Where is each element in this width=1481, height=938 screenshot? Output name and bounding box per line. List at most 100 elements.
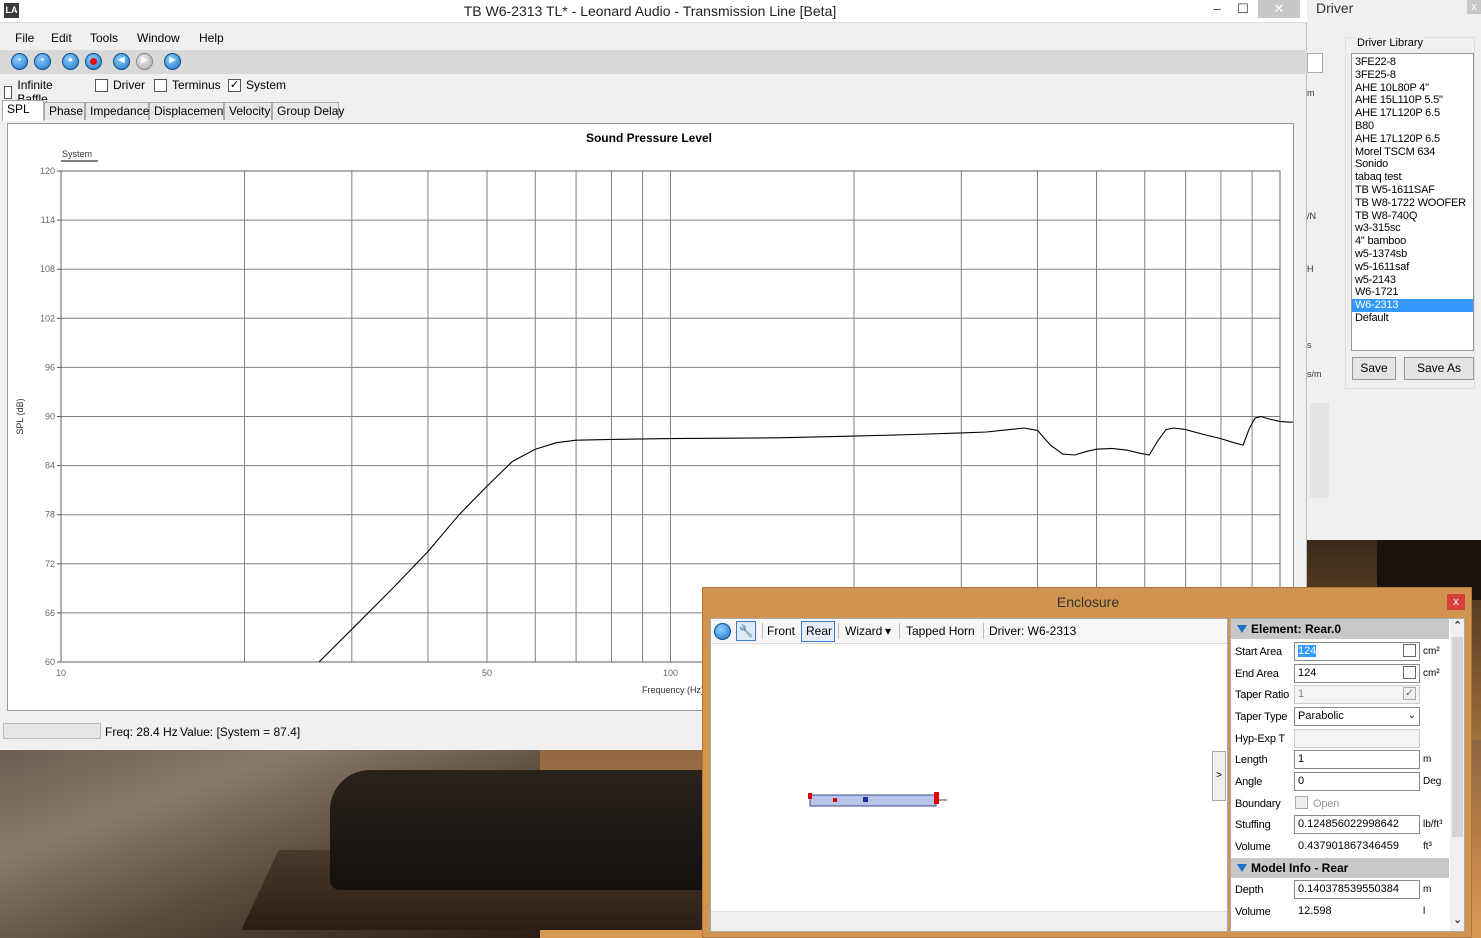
rear-tab[interactable]: Rear (806, 624, 832, 638)
wizard-dropdown[interactable]: Wizard (845, 624, 882, 638)
menu-file[interactable]: File (15, 31, 34, 45)
model-info-section-header[interactable]: Model Info - Rear (1231, 858, 1449, 878)
tab-phase[interactable]: Phase (44, 102, 85, 120)
driver-library-item[interactable]: 3FE25-8 (1352, 69, 1473, 82)
toolbar-separator (762, 623, 763, 639)
driver-library-item[interactable]: w5-1374sb (1352, 248, 1473, 261)
tab-impedance[interactable]: Impedance (85, 102, 149, 120)
driver-checkbox[interactable]: Driver (95, 78, 145, 92)
status-frequency: Freq: 28.4 Hz (105, 725, 178, 739)
horizontal-scrollbar[interactable] (711, 911, 1227, 931)
driver-param-input[interactable] (1307, 53, 1323, 73)
tab-spl[interactable]: SPL (2, 100, 44, 121)
driver-library-item[interactable]: 3FE22-8 (1352, 56, 1473, 69)
driver-library-item[interactable]: w3-315sc (1352, 222, 1473, 235)
tab-velocity[interactable]: Velocity (224, 102, 272, 120)
save-as-button[interactable]: Save As (1404, 357, 1474, 380)
driver-position-marker[interactable] (863, 797, 868, 802)
angle-input[interactable]: 0 (1294, 772, 1420, 791)
bag-photo (330, 770, 750, 890)
pause-glyph: ▶ (141, 55, 148, 64)
toolbar-separator (838, 623, 839, 639)
start-handle[interactable] (808, 793, 812, 799)
play-icon[interactable]: ▶ (164, 53, 181, 70)
wrench-icon[interactable]: 🔧 (736, 621, 756, 641)
driver-library-item[interactable]: 4" bamboo (1352, 235, 1473, 248)
menu-help[interactable]: Help (199, 31, 224, 45)
checkbox-label: Terminus (172, 78, 221, 92)
toolbar-separator (899, 623, 900, 639)
enclosure-canvas[interactable] (711, 645, 1227, 905)
start-area-checkbox[interactable] (1403, 644, 1416, 657)
end-area-input[interactable]: 124 (1294, 664, 1420, 683)
play-icon[interactable] (714, 623, 731, 640)
open-icon[interactable]: ▪ (34, 53, 51, 70)
new-icon[interactable]: ▪ (11, 53, 28, 70)
y-tick-label: 66 (45, 608, 55, 618)
front-tab[interactable]: Front (767, 624, 795, 638)
driver-library-item[interactable]: tabaq test (1352, 171, 1473, 184)
chevron-down-icon[interactable]: ▾ (885, 624, 891, 638)
depth-input[interactable]: 0.140378539550384 (1294, 880, 1420, 899)
start-area-value: 124 (1298, 645, 1317, 657)
start-area-input[interactable]: 124 (1294, 642, 1420, 661)
element-section-header[interactable]: Element: Rear.0 (1231, 619, 1449, 639)
driver-library-item[interactable]: TB W8-740Q (1352, 210, 1473, 223)
driver-library-item[interactable]: TB W5-1611SAF (1352, 184, 1473, 197)
taper-type-select[interactable]: Parabolic ⌄ (1294, 707, 1420, 726)
checkbox-box[interactable] (4, 85, 13, 99)
driver-library-item[interactable]: AHE 17L120P 6.5 (1352, 133, 1473, 146)
driver-library-item[interactable]: W6-2313 (1352, 299, 1473, 312)
legend-label: System (62, 149, 92, 159)
title-bar[interactable]: LA TB W6-2313 TL* - Leonard Audio - Tran… (0, 0, 1307, 23)
driver-library-item[interactable]: TB W8-1722 WOOFER (1352, 197, 1473, 210)
tab-displacement[interactable]: Displacement (149, 102, 227, 120)
checkbox-box[interactable] (154, 78, 167, 92)
boundary-open-checkbox (1295, 796, 1308, 809)
driver-library-item[interactable]: w5-2143 (1352, 274, 1473, 287)
save-button[interactable]: Save (1352, 357, 1396, 380)
driver-library-item[interactable]: Morel TSCM 634 (1352, 146, 1473, 159)
terminus-checkbox[interactable]: Terminus (154, 78, 221, 92)
menu-window[interactable]: Window (137, 31, 180, 45)
pause-icon[interactable]: ▶ (136, 53, 153, 70)
system-checkbox[interactable]: ✓ System (228, 78, 286, 92)
tab-group-delay[interactable]: Group Delay (272, 102, 344, 120)
driver-marker[interactable] (833, 798, 837, 802)
check-mark-icon[interactable]: ✓ (228, 78, 241, 92)
driver-library-item[interactable]: AHE 17L120P 6.5 (1352, 107, 1473, 120)
driver-library-item[interactable]: Default (1352, 312, 1473, 325)
driver-library-list[interactable]: 3FE22-8 3FE25-8 AHE 10L80P 4" AHE 15L110P 5… (1351, 53, 1474, 351)
angle-unit: Deg (1423, 776, 1442, 787)
driver-window: Driver x m /N H s s/m Driver Library 3FE… (1307, 0, 1481, 540)
scrollbar-thumb[interactable] (1452, 637, 1463, 837)
enclosure-close-button[interactable]: x (1447, 594, 1465, 610)
transmission-line-segment[interactable] (809, 794, 937, 807)
record-icon[interactable] (85, 53, 102, 70)
menu-tools[interactable]: Tools (90, 31, 118, 45)
stuffing-input[interactable]: 0.124856022998642 (1294, 815, 1420, 834)
minimize-button[interactable]: – (1204, 0, 1230, 18)
rewind-icon[interactable]: ◀ (113, 53, 130, 70)
checkbox-box[interactable] (95, 78, 108, 92)
properties-scrollbar[interactable]: ⌃ ⌄ (1450, 619, 1464, 931)
driver-window-title: Driver (1316, 0, 1354, 16)
maximize-button[interactable]: ☐ (1230, 0, 1256, 18)
driver-close-button[interactable]: x (1467, 0, 1481, 14)
record-stop-icon[interactable]: ● (62, 53, 79, 70)
expand-panel-button[interactable]: > (1212, 751, 1226, 801)
end-handle[interactable] (934, 792, 939, 804)
tapped-horn-button[interactable]: Tapped Horn (906, 624, 975, 638)
driver-library-item[interactable]: Sonido (1352, 158, 1473, 171)
driver-library-item[interactable]: B80 (1352, 120, 1473, 133)
scroll-down-icon[interactable]: ⌄ (1453, 913, 1462, 926)
length-input[interactable]: 1 (1294, 750, 1420, 769)
driver-library-item[interactable]: AHE 10L80P 4" (1352, 82, 1473, 95)
driver-library-item[interactable]: AHE 15L110P 5.5" (1352, 94, 1473, 107)
driver-library-item[interactable]: w5-1611saf (1352, 261, 1473, 274)
menu-edit[interactable]: Edit (51, 31, 72, 45)
driver-library-item[interactable]: W6-1721 (1352, 286, 1473, 299)
end-area-checkbox[interactable] (1403, 666, 1416, 679)
close-button[interactable]: ✕ (1258, 0, 1300, 18)
scroll-up-icon[interactable]: ⌃ (1453, 619, 1462, 632)
